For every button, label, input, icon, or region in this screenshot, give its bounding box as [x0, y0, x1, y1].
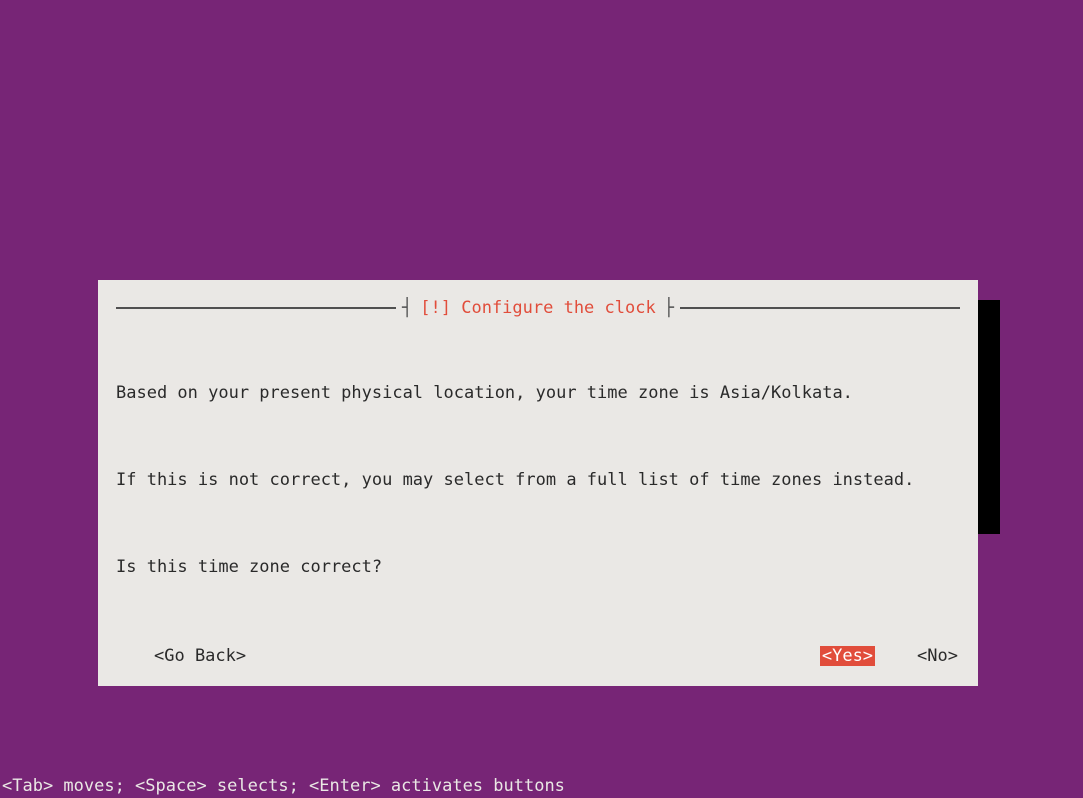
dialog-title: [!] Configure the clock	[418, 298, 657, 318]
body-line-1: Based on your present physical location,…	[116, 382, 960, 405]
configure-clock-dialog: ┤ [!] Configure the clock ├ Based on you…	[98, 280, 978, 686]
title-rule-right	[680, 307, 960, 309]
title-bracket-left: ┤	[396, 298, 418, 318]
body-line-3: Is this time zone correct?	[116, 556, 960, 579]
status-bar: <Tab> moves; <Space> selects; <Enter> ac…	[2, 776, 565, 796]
button-row: <Go Back> <Yes> <No>	[116, 646, 960, 666]
title-rule-left	[116, 307, 396, 309]
body-line-2: If this is not correct, you may select f…	[116, 469, 960, 492]
no-button[interactable]: <No>	[917, 646, 958, 666]
dialog-title-row: ┤ [!] Configure the clock ├	[116, 298, 960, 318]
title-bracket-right: ├	[658, 298, 680, 318]
go-back-button[interactable]: <Go Back>	[118, 646, 246, 666]
yes-button[interactable]: <Yes>	[820, 646, 875, 666]
dialog-body: Based on your present physical location,…	[116, 336, 960, 624]
